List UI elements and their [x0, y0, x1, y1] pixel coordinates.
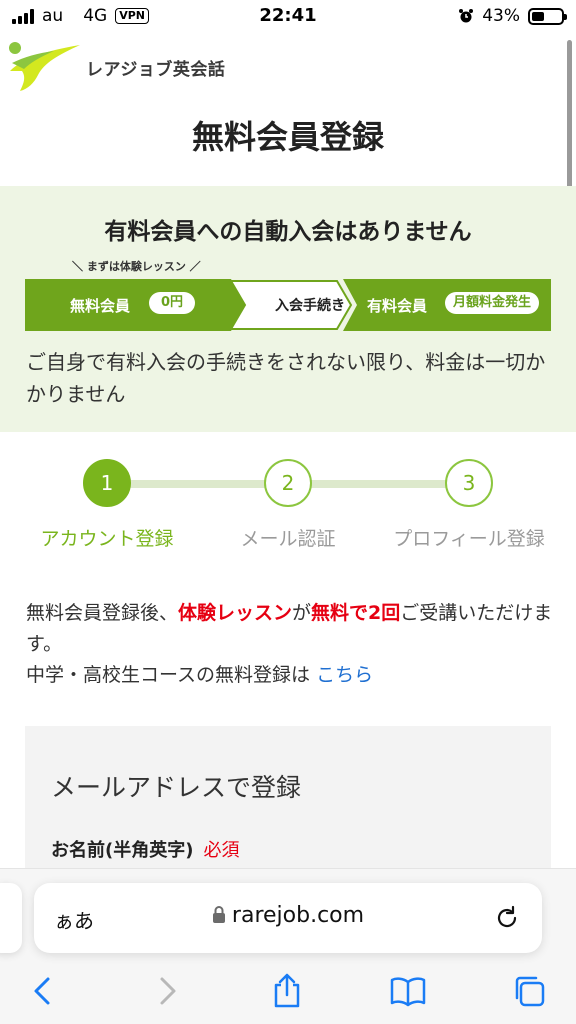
- step-1-label: アカウント登録: [40, 528, 174, 550]
- membership-flow: 無料会員 0円 入会手続き 有料会員 月額料金発生: [25, 279, 551, 331]
- forward-button[interactable]: [148, 973, 184, 1009]
- required-badge: 必須: [203, 840, 240, 861]
- address-bar[interactable]: ぁあ rarejob.com: [34, 883, 542, 953]
- student-course-text: 中学・高校生コースの無料登録は: [26, 664, 311, 686]
- tabs-button[interactable]: [511, 973, 547, 1009]
- intro-text: 無料会員登録後、体験レッスンが無料で2回ご受講いただけます。 中学・高校生コース…: [26, 598, 556, 691]
- name-field-label: お名前(半角英字) 必須: [51, 836, 239, 862]
- browser-toolbar: [0, 969, 576, 1015]
- status-right: 43%: [458, 6, 567, 26]
- battery-icon: [528, 7, 567, 25]
- step-1-circle: 1: [83, 459, 131, 507]
- notice-title: 有料会員への自動入会はありません: [104, 219, 472, 245]
- free-price-badge: 0円: [149, 292, 195, 314]
- logo-mark-icon: [9, 42, 80, 91]
- no-auto-enroll-notice: 有料会員への自動入会はありません ＼ まずは体験レッスン ／ 無料会員 0円 入…: [0, 186, 576, 432]
- step-3-circle: 3: [445, 459, 493, 507]
- reload-icon[interactable]: [494, 905, 520, 931]
- enroll-procedure-label: 入会手続き: [275, 298, 345, 314]
- trial-lesson-highlight: 体験レッスン: [178, 602, 293, 624]
- step-3-label: プロフィール登録: [393, 528, 545, 550]
- bookmarks-button[interactable]: [390, 973, 426, 1009]
- name-label-text: お名前(半角英字): [51, 840, 194, 861]
- form-heading: メールアドレスで登録: [51, 773, 302, 802]
- page-title: 無料会員登録: [191, 118, 384, 156]
- monthly-fee-badge: 月額料金発生: [445, 292, 540, 314]
- intro-part2: が: [292, 602, 312, 624]
- trial-lesson-caption: ＼ まずは体験レッスン ／: [72, 260, 201, 273]
- free-twice-highlight: 無料で2回: [311, 602, 401, 624]
- student-course-link[interactable]: こちら: [316, 664, 373, 686]
- paid-member-label: 有料会員: [367, 297, 428, 315]
- step-2-circle: 2: [264, 459, 312, 507]
- url-display[interactable]: rarejob.com: [34, 903, 542, 928]
- previous-tab-peek[interactable]: [0, 883, 22, 953]
- back-button[interactable]: [26, 973, 62, 1009]
- step-2-label: メール認証: [240, 528, 336, 550]
- status-bar: au 4G VPN 22:41 43%: [0, 0, 576, 34]
- site-logo[interactable]: レアジョブ英会話: [8, 40, 225, 94]
- browser-bottom-bar: ぁあ rarejob.com: [0, 868, 576, 1024]
- registration-steps: 1 2 3 アカウント登録 メール認証 プロフィール登録: [0, 456, 576, 556]
- intro-part1: 無料会員登録後、: [26, 602, 179, 624]
- notice-body: ご自身で有料入会の手続きをされない限り、料金は一切かかりません: [26, 350, 546, 406]
- logo-text: レアジョブ英会話: [86, 59, 226, 80]
- share-button[interactable]: [269, 973, 305, 1009]
- battery-percent: 43%: [482, 6, 520, 26]
- lock-icon: [212, 906, 225, 923]
- free-member-label: 無料会員: [70, 297, 131, 315]
- url-text: rarejob.com: [231, 903, 365, 928]
- alarm-icon: [459, 9, 474, 23]
- email-registration-form: メールアドレスで登録 お名前(半角英字) 必須: [25, 726, 551, 886]
